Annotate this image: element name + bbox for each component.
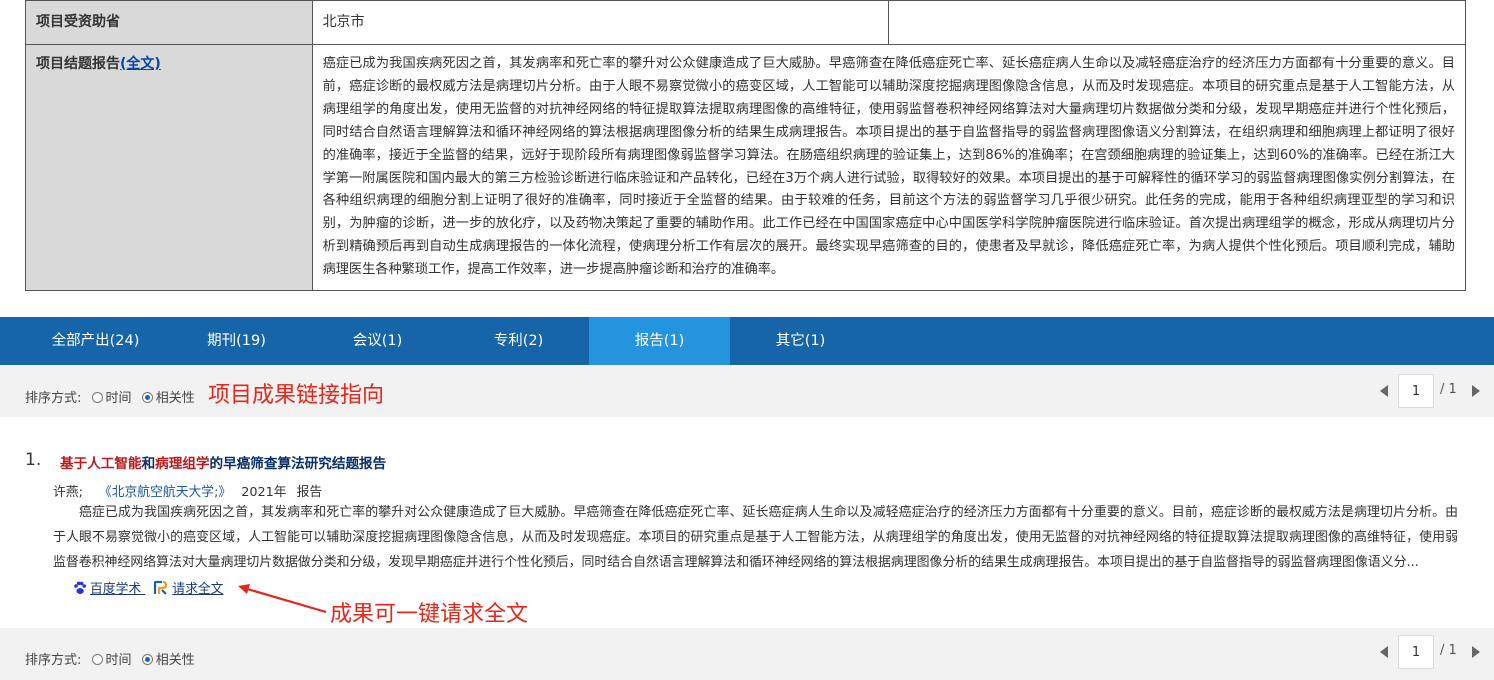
page-total: / 1 bbox=[1440, 382, 1457, 397]
annotation-arrow-icon bbox=[238, 584, 327, 614]
title-part: 基于 bbox=[60, 456, 88, 472]
pager-top: / 1 bbox=[1380, 371, 1480, 411]
sort-relevance-label[interactable]: 相关性 bbox=[156, 653, 195, 668]
result-title[interactable]: 基于人工智能和病理组学的早癌筛查算法研究结题报告 bbox=[60, 452, 386, 472]
request-fulltext-label[interactable]: 请求全文 bbox=[172, 582, 223, 597]
title-part: 病理组学 bbox=[155, 456, 210, 472]
result-links: 百度学术 请求全文 bbox=[73, 578, 231, 597]
result-abstract: 癌症已成为我国疾病死因之首，其发病率和死亡率的攀升对公众健康造成了巨大威胁。早癌… bbox=[53, 505, 1458, 571]
output-tabs: 全部产出(24) 期刊(19) 会议(1) 专利(2) 报告(1) 其它(1) bbox=[0, 317, 1494, 365]
request-fulltext-link[interactable]: 请求全文 bbox=[153, 580, 223, 597]
tab-patent[interactable]: 专利(2) bbox=[448, 317, 589, 365]
request-fulltext-icon bbox=[154, 580, 168, 595]
baidu-scholar-link[interactable]: 百度学术 bbox=[73, 581, 145, 597]
pager-bottom: / 1 bbox=[1380, 632, 1480, 672]
report-text: 癌症已成为我国疾病死因之首，其发病率和死亡率的攀升对公众健康造成了巨大威胁。早癌… bbox=[311, 43, 1467, 292]
sort-controls-top: 排序方式: 时间 相关性 bbox=[25, 387, 195, 406]
sort-time-label[interactable]: 时间 bbox=[106, 653, 132, 668]
annotation-top: 项目成果链接指向 bbox=[208, 383, 385, 408]
report-label-cell: 项目结题报告(全文) bbox=[25, 43, 313, 292]
project-info-table: 项目受资助省 北京市 项目结题报告(全文) 癌症已成为我国疾病死因之首，其发病率… bbox=[25, 0, 1467, 292]
tab-report[interactable]: 报告(1) bbox=[589, 317, 730, 365]
next-page-icon[interactable] bbox=[1472, 385, 1480, 397]
province-label: 项目受资助省 bbox=[25, 0, 313, 45]
result-type: 报告 bbox=[296, 485, 323, 500]
title-part: 的早癌筛查算法研究结题报告 bbox=[209, 456, 387, 472]
baidu-scholar-label[interactable]: 百度学术 bbox=[90, 582, 141, 597]
prev-page-icon[interactable] bbox=[1380, 646, 1388, 658]
result-meta: 许燕; 《北京航空航天大学;》 2021年 报告 bbox=[53, 481, 322, 500]
sort-label: 排序方式: bbox=[25, 391, 82, 406]
title-part: 和 bbox=[141, 456, 156, 472]
report-fulltext-link[interactable]: (全文) bbox=[120, 56, 161, 72]
sort-relevance-label[interactable]: 相关性 bbox=[156, 391, 195, 406]
result-author[interactable]: 许燕; bbox=[53, 485, 83, 500]
report-row: 项目结题报告(全文) 癌症已成为我国疾病死因之首，其发病率和死亡率的攀升对公众健… bbox=[25, 43, 1467, 292]
sort-bar-bottom: 排序方式: 时间 相关性 / 1 bbox=[0, 628, 1494, 680]
tab-conference[interactable]: 会议(1) bbox=[307, 317, 448, 365]
result-number: 1. bbox=[25, 450, 42, 470]
province-row: 项目受资助省 北京市 bbox=[25, 0, 1466, 45]
tab-all[interactable]: 全部产出(24) bbox=[25, 317, 166, 365]
result-source[interactable]: 《北京航空航天大学;》 bbox=[99, 485, 231, 500]
page-total: / 1 bbox=[1440, 643, 1457, 658]
sort-bar-top: 排序方式: 时间 相关性 项目成果链接指向 / 1 bbox=[0, 365, 1494, 417]
tab-other[interactable]: 其它(1) bbox=[730, 317, 871, 365]
sort-label: 排序方式: bbox=[25, 653, 82, 668]
report-label: 项目结题报告 bbox=[36, 56, 120, 72]
prev-page-icon[interactable] bbox=[1380, 385, 1388, 397]
sort-relevance-radio[interactable] bbox=[141, 392, 153, 403]
sort-time-label[interactable]: 时间 bbox=[106, 391, 132, 406]
page-number-input[interactable] bbox=[1398, 374, 1434, 408]
tab-journal[interactable]: 期刊(19) bbox=[166, 317, 307, 365]
next-page-icon[interactable] bbox=[1472, 646, 1480, 658]
page-number-input[interactable] bbox=[1398, 635, 1434, 669]
sort-relevance-radio[interactable] bbox=[141, 654, 153, 665]
sort-time-radio[interactable] bbox=[91, 654, 103, 665]
province-value: 北京市 bbox=[311, 0, 890, 45]
annotation-bottom: 成果可一键请求全文 bbox=[330, 602, 529, 627]
baidu-paw-icon bbox=[74, 581, 86, 594]
province-empty-cell bbox=[888, 0, 1466, 45]
sort-controls-bottom: 排序方式: 时间 相关性 bbox=[25, 649, 195, 668]
sort-time-radio[interactable] bbox=[91, 392, 103, 403]
title-part: 人工智能 bbox=[87, 456, 142, 472]
result-year: 2021年 bbox=[241, 485, 287, 500]
